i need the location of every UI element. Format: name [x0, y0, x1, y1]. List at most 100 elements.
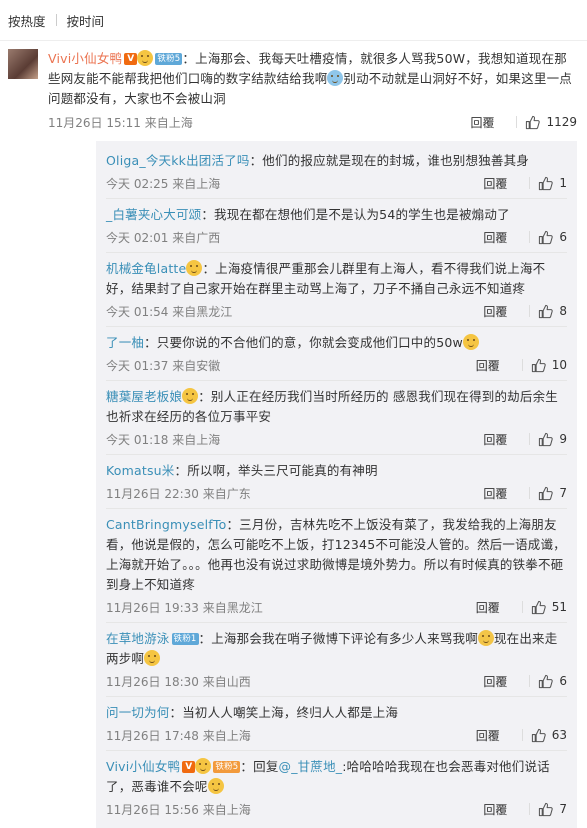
reply-username[interactable]: 了一柚: [106, 335, 144, 350]
reply-username[interactable]: Vivi小仙女鸭: [106, 759, 180, 774]
thumbs-up-icon: [526, 115, 541, 129]
reply-time: 今天 01:18 来自上海: [106, 432, 221, 447]
reply-text: Vivi小仙女鸭 V 铁粉5 ：回复@_甘蔗地_:哈哈哈哈我现在也会恶毒对他们说话了，…: [106, 757, 567, 797]
thumbs-up-icon: [539, 432, 554, 446]
meta-divider: [529, 177, 531, 189]
emoji-icon: [182, 388, 199, 404]
reply-button[interactable]: 回覆: [483, 485, 529, 502]
comment-body: Vivi小仙女鸭 V 铁粉5 ：上海那会、我每天吐槽疫情，就很多人骂我50W，我想知道…: [48, 49, 577, 828]
like-count: 1: [559, 176, 567, 190]
vip-badge: V: [124, 53, 138, 65]
reply-button[interactable]: 回覆: [483, 303, 529, 320]
reply-time: 11月26日 18:30 来自山西: [106, 674, 251, 689]
meta-divider: [521, 359, 523, 371]
reply-button[interactable]: 回覆: [483, 229, 529, 246]
reply-username[interactable]: Oliga_今天kk出团活了吗: [106, 153, 250, 168]
reply-content: ：我现在都在想他们是不是认为54的学生也是被煽动了: [201, 207, 510, 222]
like-button[interactable]: 10: [531, 358, 567, 373]
reply-text: 在草地游泳 铁粉1 ：上海那会我在哨子微博下评论有多少人来骂我啊 现在出来走两步啊: [106, 629, 567, 669]
thumbs-up-icon: [539, 802, 554, 816]
reply-username[interactable]: _白薯夹心大可颂: [106, 207, 201, 222]
meta-divider: [521, 601, 523, 613]
reply-username[interactable]: 在草地游泳: [106, 631, 170, 646]
reply-username[interactable]: 问一切为何: [106, 705, 170, 720]
like-count: 1129: [546, 115, 577, 129]
like-count: 6: [559, 674, 567, 688]
meta-divider: [521, 729, 523, 741]
reply-thread: Oliga_今天kk出团活了吗：他们的报应就是现在的封城，谁也别想独善其身 今天 …: [96, 141, 577, 828]
reply-item: 机械金龟latte ：上海疫情很严重那会儿群里有上海人，看不得我们说上海不好，结果…: [106, 253, 567, 327]
comment-time: 11月26日 15:11 来自上海: [48, 115, 193, 130]
reply-username[interactable]: 糖葉屋老板娘: [106, 389, 182, 404]
reply-text: 机械金龟latte ：上海疫情很严重那会儿群里有上海人，看不得我们说上海不好，结果…: [106, 259, 567, 299]
sort-time-tab[interactable]: 按时间: [67, 11, 105, 30]
reply-item: 问一切为何：当初人人嘲笑上海，终归人人都是上海 11月26日 17:48 来自上海…: [106, 697, 567, 751]
like-button[interactable]: 7: [538, 802, 567, 817]
reply-text: Komatsu米：所以啊，举头三尺可能真的有神明: [106, 461, 567, 481]
like-button[interactable]: 6: [538, 674, 567, 689]
like-button[interactable]: 8: [538, 304, 567, 319]
thumbs-up-icon: [539, 230, 554, 244]
reply-button[interactable]: 回覆: [470, 114, 516, 131]
avatar[interactable]: [8, 49, 38, 79]
thumbs-up-icon: [539, 674, 554, 688]
comment-username[interactable]: Vivi小仙女鸭: [48, 51, 122, 66]
reply-text: 糖葉屋老板娘 ：别人正在经历我们当时所经历的 感恩我们现在得到的劫后余生 也祈求在…: [106, 387, 567, 427]
reply-button[interactable]: 回覆: [476, 599, 522, 616]
like-count: 63: [551, 728, 567, 742]
meta-divider: [529, 231, 531, 243]
like-count: 9: [559, 432, 567, 446]
reply-meta: 11月26日 17:48 来自上海 回覆 63: [106, 724, 567, 746]
reply-username[interactable]: 机械金龟latte: [106, 261, 186, 276]
reply-content: ：当初人人嘲笑上海，终归人人都是上海: [169, 705, 399, 720]
emoji-icon: [462, 334, 479, 350]
reply-button[interactable]: 回覆: [483, 673, 529, 690]
reply-button[interactable]: 回覆: [483, 431, 529, 448]
avatar-emoji-icon: [195, 758, 212, 774]
sort-hot-tab[interactable]: 按热度: [8, 11, 46, 30]
reply-time: 11月26日 19:33 来自黑龙江: [106, 600, 263, 615]
sort-divider: [55, 14, 57, 26]
reply-item: _白薯夹心大可颂：我现在都在想他们是不是认为54的学生也是被煽动了 今天 02:0…: [106, 199, 567, 253]
like-button[interactable]: 6: [538, 230, 567, 245]
meta-divider: [529, 487, 531, 499]
reply-time: 11月26日 22:30 来自广东: [106, 486, 251, 501]
reply-content: ：所以啊，举头三尺可能真的有神明: [174, 463, 378, 478]
reply-meta: 今天 01:37 来自安徽 回覆 10: [106, 354, 567, 376]
like-count: 7: [559, 486, 567, 500]
thumbs-up-icon: [539, 176, 554, 190]
reply-content: ：只要你说的不合他们的意，你就会变成他们口中的50w: [144, 335, 463, 350]
reply-meta: 11月26日 19:33 来自黑龙江 回覆 51: [106, 596, 567, 618]
like-button[interactable]: 51: [531, 600, 567, 615]
like-button[interactable]: 7: [538, 486, 567, 501]
sweat-emoji-icon: [327, 70, 344, 86]
reply-item: 在草地游泳 铁粉1 ：上海那会我在哨子微博下评论有多少人来骂我啊 现在出来走两步啊 11…: [106, 623, 567, 697]
thumbs-up-icon: [531, 600, 546, 614]
like-count: 6: [559, 230, 567, 244]
reply-username[interactable]: Komatsu米: [106, 463, 175, 478]
emoji-icon: [186, 260, 203, 276]
reply-content-a: ：回复: [240, 759, 279, 774]
reply-username[interactable]: CantBringmyselfTo: [106, 517, 226, 532]
reply-time: 今天 02:25 来自上海: [106, 176, 221, 191]
fans-badge: 铁粉5: [155, 53, 183, 65]
avatar-emoji-icon: [137, 50, 154, 66]
like-button[interactable]: 1: [538, 176, 567, 191]
mention-link[interactable]: @_甘蔗地_: [279, 759, 343, 774]
reply-button[interactable]: 回覆: [476, 357, 522, 374]
reply-text: 问一切为何：当初人人嘲笑上海，终归人人都是上海: [106, 703, 567, 723]
reply-meta: 11月26日 15:56 来自上海 回覆 7: [106, 798, 567, 820]
thumbs-up-icon: [539, 486, 554, 500]
like-count: 10: [551, 358, 567, 372]
like-button[interactable]: 9: [538, 432, 567, 447]
reply-text: _白薯夹心大可颂：我现在都在想他们是不是认为54的学生也是被煽动了: [106, 205, 567, 225]
reply-button[interactable]: 回覆: [483, 801, 529, 818]
reply-button[interactable]: 回覆: [476, 727, 522, 744]
reply-button[interactable]: 回覆: [483, 175, 529, 192]
like-count: 51: [551, 600, 567, 614]
like-button[interactable]: 1129: [525, 115, 577, 130]
reply-time: 今天 01:37 来自安徽: [106, 358, 221, 373]
like-button[interactable]: 63: [531, 728, 567, 743]
thumbs-up-icon: [531, 728, 546, 742]
reply-text: CantBringmyselfTo：三月份，吉林先吃不上饭没有菜了，我发给我的上…: [106, 515, 567, 595]
